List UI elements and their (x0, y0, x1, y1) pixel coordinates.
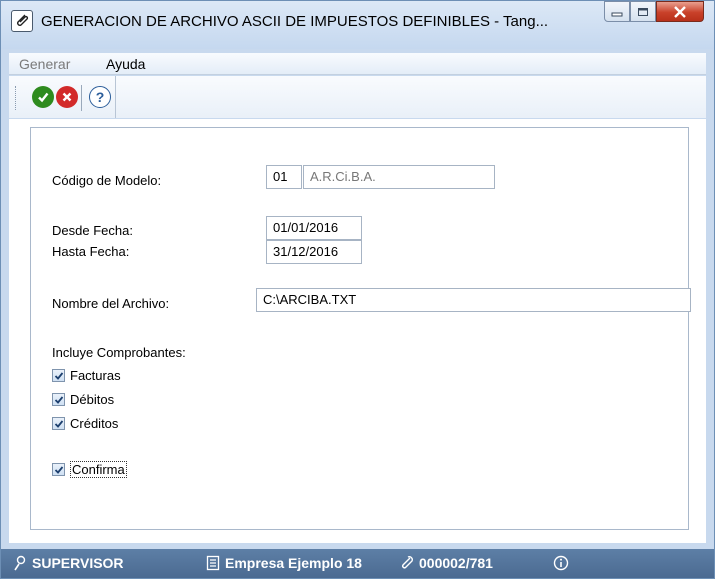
codigo-label: Código de Modelo: (52, 173, 162, 188)
info-icon (553, 555, 569, 571)
status-code-label: 000002/781 (419, 555, 493, 571)
paperclip-icon (402, 556, 413, 569)
debitos-label: Débitos (70, 392, 115, 407)
checkbox-box[interactable] (52, 417, 65, 430)
desde-label: Desde Fecha: (52, 223, 133, 238)
codigo-description: A.R.Ci.B.A. (303, 165, 495, 189)
desde-field[interactable]: 01/01/2016 (266, 216, 362, 240)
status-user: SUPERVISOR (13, 555, 124, 571)
user-icon (14, 555, 26, 571)
creditos-checkbox[interactable]: Créditos (52, 416, 118, 431)
toolbar-border (115, 76, 116, 118)
title-bar[interactable]: GENERACION DE ARCHIVO ASCII DE IMPUESTOS… (1, 1, 714, 49)
menu-bar: Generar Ayuda (9, 53, 706, 75)
checkmark-icon (54, 395, 63, 404)
debitos-checkbox[interactable]: Débitos (52, 392, 114, 407)
status-bar: SUPERVISOR Empresa Ejemplo 18 000002/781 (1, 549, 714, 578)
building-icon (206, 555, 220, 571)
minimize-button[interactable] (604, 1, 630, 22)
maximize-button[interactable] (630, 1, 656, 22)
status-code: 000002/781 (398, 555, 493, 571)
status-info[interactable] (553, 555, 574, 571)
help-button[interactable]: ? (89, 86, 111, 108)
checkmark-icon (54, 371, 63, 380)
checkbox-box[interactable] (52, 369, 65, 382)
cancel-button[interactable] (56, 86, 78, 108)
accept-button[interactable] (32, 86, 54, 108)
checkmark-icon (54, 465, 63, 474)
application-window: GENERACION DE ARCHIVO ASCII DE IMPUESTOS… (0, 0, 715, 579)
status-user-label: SUPERVISOR (32, 555, 124, 571)
checkbox-box[interactable] (52, 463, 65, 476)
archivo-label: Nombre del Archivo: (52, 296, 170, 311)
confirma-label: Confirma (70, 461, 127, 478)
form-panel: Código de Modelo: 01 A.R.Ci.B.A. Desde F… (30, 127, 691, 530)
window-title: GENERACION DE ARCHIVO ASCII DE IMPUESTOS… (41, 13, 549, 30)
hasta-label: Hasta Fecha: (52, 244, 130, 259)
check-icon (38, 92, 49, 103)
creditos-label: Créditos (70, 416, 119, 431)
hasta-field[interactable]: 31/12/2016 (266, 240, 362, 264)
toolbar: ? (9, 76, 706, 118)
app-logo-icon (11, 10, 33, 32)
cancel-icon (62, 92, 72, 102)
toolbar-separator (81, 85, 82, 111)
checkmark-icon (54, 419, 63, 428)
menu-generar[interactable]: Generar (19, 56, 70, 72)
menu-ayuda[interactable]: Ayuda (106, 56, 145, 72)
archivo-field[interactable]: C:\ARCIBA.TXT (256, 288, 691, 312)
codigo-field[interactable]: 01 (266, 165, 302, 189)
help-icon: ? (95, 89, 105, 105)
confirma-checkbox[interactable]: Confirma (52, 461, 127, 478)
status-company-label: Empresa Ejemplo 18 (225, 555, 362, 571)
status-company: Empresa Ejemplo 18 (206, 555, 362, 571)
form-area: Código de Modelo: 01 A.R.Ci.B.A. Desde F… (9, 119, 706, 543)
close-button[interactable] (656, 1, 704, 22)
incluye-label: Incluye Comprobantes: (52, 345, 186, 360)
toolbar-grip[interactable] (15, 86, 17, 110)
facturas-checkbox[interactable]: Facturas (52, 368, 121, 383)
checkbox-box[interactable] (52, 393, 65, 406)
facturas-label: Facturas (70, 368, 121, 383)
